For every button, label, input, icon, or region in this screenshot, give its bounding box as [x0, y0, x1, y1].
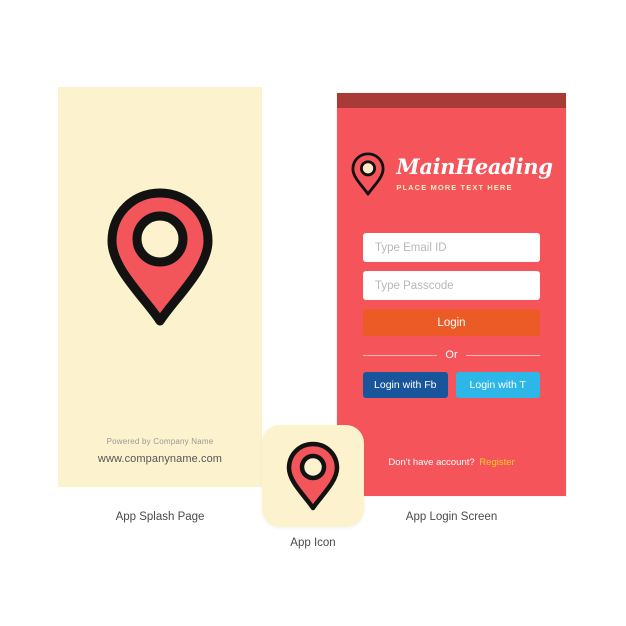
register-link[interactable]: Register	[479, 457, 514, 468]
login-button[interactable]: Login	[363, 309, 540, 336]
splash-footer: Powered by Company Name www.companyname.…	[58, 437, 262, 465]
or-divider: Or	[363, 349, 541, 361]
email-field[interactable]	[363, 233, 540, 262]
register-prompt-text: Don't have account?	[388, 457, 475, 468]
sub-heading: PLACE MORE TEXT HERE	[396, 182, 513, 192]
powered-by-text: Powered by Company Name	[106, 437, 214, 446]
divider-line-left	[363, 354, 438, 356]
login-header: MainHeading PLACE MORE TEXT HERE	[337, 141, 566, 207]
caption-app-login-screen: App Login Screen	[405, 511, 498, 523]
app-splash-page: Powered by Company Name www.companyname.…	[58, 87, 262, 487]
login-form: Login Or Login with Fb Login with T	[363, 233, 541, 398]
twitter-login-button[interactable]: Login with T	[455, 372, 540, 398]
main-heading: MainHeading	[396, 154, 553, 180]
company-website-text: www.companyname.com	[97, 453, 223, 465]
location-pin-icon	[107, 188, 213, 326]
splash-logo	[58, 87, 262, 427]
or-label: Or	[445, 349, 458, 361]
status-bar	[337, 93, 566, 108]
design-canvas: Powered by Company Name www.companyname.…	[0, 0, 626, 626]
divider-line-right	[465, 354, 541, 356]
caption-app-splash-page: App Splash Page	[115, 511, 205, 523]
caption-app-icon: App Icon	[290, 537, 336, 549]
app-login-screen: MainHeading PLACE MORE TEXT HERE Login O…	[337, 93, 566, 496]
passcode-field[interactable]	[363, 271, 540, 300]
header-text-block: MainHeading PLACE MORE TEXT HERE	[396, 154, 553, 192]
location-pin-icon	[351, 152, 385, 196]
register-row: Don't have account? Register	[337, 457, 566, 468]
social-login-row: Login with Fb Login with T	[363, 372, 540, 398]
location-pin-icon	[286, 441, 340, 511]
facebook-login-button[interactable]: Login with Fb	[363, 372, 448, 398]
